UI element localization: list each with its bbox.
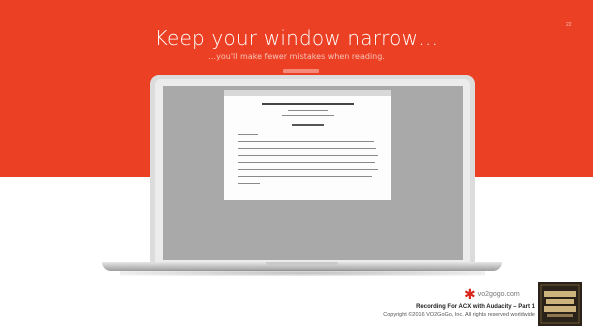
doc-text-line — [238, 169, 378, 170]
slide-number: 22 — [566, 22, 572, 28]
doc-text-line — [238, 155, 378, 156]
document-toolbar — [224, 90, 391, 96]
vo2gogo-logo: ✱ vo2gogo.com — [464, 286, 520, 303]
doc-text-line — [238, 176, 372, 177]
accent-bar — [283, 69, 319, 73]
doc-byline-line — [288, 110, 328, 111]
book-cover-art — [538, 282, 582, 326]
book-cover-thumbnail — [538, 282, 582, 326]
doc-text-line — [238, 183, 260, 184]
document-window — [224, 90, 391, 200]
slide-title: Keep your window narrow… — [154, 26, 439, 50]
doc-byline-line — [282, 115, 334, 116]
doc-subheading-line — [292, 124, 324, 126]
footer-copyright: Copyright ©2016 VO2GoGo, Inc. All rights… — [383, 312, 535, 318]
doc-heading-line — [262, 103, 354, 105]
red-star-logo-icon: ✱ — [464, 286, 476, 302]
slide-subtitle: …you'll make fewer mistakes when reading… — [208, 52, 385, 61]
doc-text-line — [238, 134, 258, 135]
laptop-hinge-notch — [266, 262, 338, 266]
laptop-shadow — [120, 270, 485, 276]
footer-course-title: Recording For ACX with Audacity – Part 1 — [416, 304, 535, 310]
doc-text-line — [238, 148, 376, 149]
logo-text: vo2gogo.com — [477, 291, 520, 298]
doc-text-line — [238, 162, 375, 163]
doc-text-line — [238, 141, 374, 142]
